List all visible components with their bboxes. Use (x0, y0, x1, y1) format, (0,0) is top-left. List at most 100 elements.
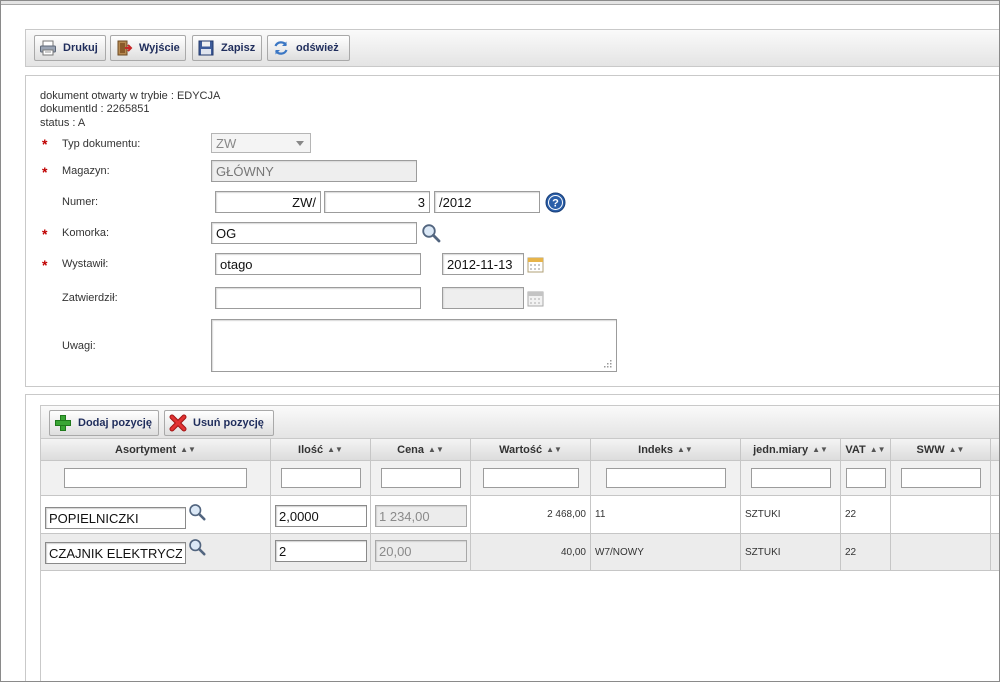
col-header-label: VAT (845, 443, 866, 456)
remove-position-button[interactable]: Usuń pozycję (164, 410, 274, 436)
filter-indeks-input[interactable] (606, 468, 726, 488)
required-marker: * (42, 226, 48, 242)
uwagi-textarea[interactable] (211, 319, 617, 372)
filter-cell (841, 461, 891, 496)
zatwierdzil-field[interactable] (215, 287, 421, 309)
typ-dokumentu-value: ZW (216, 135, 237, 151)
col-header-label: Cena (397, 443, 425, 456)
col-header-indeks[interactable]: Indeks ▲▼ (591, 439, 741, 461)
table-row-cell (371, 496, 471, 534)
exit-label: Wyjście (139, 42, 180, 54)
main-toolbar: Drukuj Wyjście Zapisz odśwież (25, 29, 999, 67)
filter-cell (371, 461, 471, 496)
jm-cell: SZTUKI (741, 534, 841, 571)
filter-wartosc-input[interactable] (483, 468, 579, 488)
filter-sww-input[interactable] (901, 468, 981, 488)
search-icon[interactable] (188, 538, 208, 556)
col-header-spacer (991, 439, 999, 461)
col-header-label: jedn.miary (753, 443, 809, 456)
filter-ilosc-input[interactable] (281, 468, 361, 488)
delete-x-icon (169, 414, 187, 432)
col-header-ilosc[interactable]: Ilość ▲▼ (271, 439, 371, 461)
resize-grip-icon[interactable] (601, 357, 613, 369)
sort-icon: ▲▼ (677, 445, 693, 454)
positions-panel: Dodaj pozycję Usuń pozycję Asortyment ▲▼ … (25, 394, 999, 681)
col-header-cena[interactable]: Cena ▲▼ (371, 439, 471, 461)
col-header-jedn-miary[interactable]: jedn.miary ▲▼ (741, 439, 841, 461)
sww-cell (891, 496, 991, 534)
wystawil-field[interactable] (215, 253, 421, 275)
numer-field[interactable] (324, 191, 430, 213)
filter-vat-input[interactable] (846, 468, 886, 488)
exit-button[interactable]: Wyjście (110, 35, 186, 61)
top-edge (1, 1, 999, 5)
calendar-icon[interactable] (527, 256, 544, 273)
filter-cell (891, 461, 991, 496)
wystawil-label: Wystawił: (62, 258, 109, 270)
asortyment-input[interactable] (45, 507, 186, 529)
remove-position-label: Usuń pozycję (193, 417, 264, 429)
exit-door-icon (117, 40, 133, 56)
indeks-cell: 11 (591, 496, 741, 534)
mode-info: dokument otwarty w trybie : EDYCJA (40, 90, 221, 102)
filter-cell (471, 461, 591, 496)
filter-cell (591, 461, 741, 496)
filter-asortyment-input[interactable] (64, 468, 247, 488)
window: Drukuj Wyjście Zapisz odśwież dokument o… (0, 0, 1000, 682)
zatwierdzil-date-field (442, 287, 524, 309)
document-id-info: dokumentId : 2265851 (40, 103, 150, 115)
jm-cell: SZTUKI (741, 496, 841, 534)
cena-input (375, 505, 467, 527)
ilosc-input[interactable] (275, 540, 367, 562)
print-button[interactable]: Drukuj (34, 35, 106, 61)
sort-icon: ▲▼ (546, 445, 562, 454)
asortyment-input[interactable] (45, 542, 186, 564)
table-row-cell (41, 534, 271, 571)
col-header-label: Ilość (298, 443, 324, 456)
filter-spacer (991, 461, 999, 496)
document-form: dokument otwarty w trybie : EDYCJA dokum… (25, 75, 999, 387)
col-header-vat[interactable]: VAT ▲▼ (841, 439, 891, 461)
filter-cell (271, 461, 371, 496)
wystawil-date-field[interactable] (442, 253, 524, 275)
komorka-field[interactable] (211, 222, 417, 244)
positions-grid: Asortyment ▲▼ Ilość ▲▼ Cena ▲▼ Wartość ▲▼ In… (40, 439, 999, 681)
status-info: status : A (40, 117, 86, 129)
ilosc-input[interactable] (275, 505, 367, 527)
save-button[interactable]: Zapisz (192, 35, 262, 61)
uwagi-label: Uwagi: (62, 340, 96, 352)
sort-icon: ▲▼ (812, 445, 828, 454)
numer-suffix-field[interactable] (434, 191, 540, 213)
floppy-disk-icon (198, 40, 214, 56)
typ-dokumentu-label: Typ dokumentu: (62, 138, 141, 150)
refresh-button[interactable]: odśwież (267, 35, 350, 61)
refresh-label: odśwież (296, 42, 339, 54)
col-header-wartosc[interactable]: Wartość ▲▼ (471, 439, 591, 461)
sww-cell (891, 534, 991, 571)
add-position-button[interactable]: Dodaj pozycję (49, 410, 159, 436)
search-icon[interactable] (188, 503, 208, 521)
col-header-sww[interactable]: SWW ▲▼ (891, 439, 991, 461)
filter-jm-input[interactable] (751, 468, 831, 488)
col-header-label: SWW (916, 443, 945, 456)
vat-cell: 22 (841, 496, 891, 534)
col-header-asortyment[interactable]: Asortyment ▲▼ (41, 439, 271, 461)
search-icon[interactable] (421, 223, 443, 243)
wartosc-cell: 40,00 (471, 534, 591, 571)
komorka-label: Komorka: (62, 227, 110, 239)
table-row-cell (271, 496, 371, 534)
refresh-icon (274, 41, 288, 55)
filter-cell (41, 461, 271, 496)
sort-icon: ▲▼ (428, 445, 444, 454)
numer-label: Numer: (62, 196, 99, 208)
table-row-cell (371, 534, 471, 571)
typ-dokumentu-select[interactable]: ZW (211, 133, 311, 153)
help-icon[interactable]: ? (545, 192, 566, 213)
filter-cell (741, 461, 841, 496)
required-marker: * (42, 257, 48, 273)
sort-icon: ▲▼ (869, 445, 886, 454)
filter-cena-input[interactable] (381, 468, 461, 488)
magazyn-field (211, 160, 417, 182)
magazyn-label: Magazyn: (62, 165, 110, 177)
numer-prefix-field[interactable] (215, 191, 321, 213)
